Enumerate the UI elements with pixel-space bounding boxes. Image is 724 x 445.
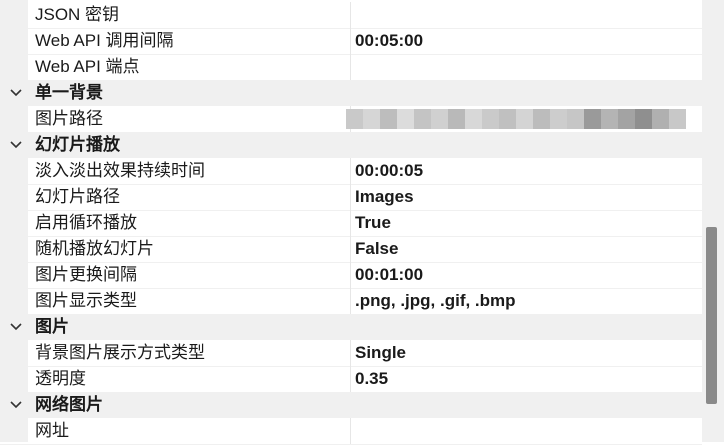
property-row[interactable]: 透明度 0.35 bbox=[0, 366, 702, 393]
property-value[interactable]: 00:05:00 bbox=[350, 28, 702, 54]
property-row[interactable]: 图片路径 bbox=[0, 106, 702, 133]
property-name: 启用循环播放 bbox=[35, 213, 137, 232]
property-row[interactable]: Web API 端点 bbox=[0, 54, 702, 81]
property-name: 透明度 bbox=[35, 369, 86, 388]
property-value[interactable]: 0.35 bbox=[350, 366, 702, 392]
property-value[interactable] bbox=[350, 418, 702, 444]
category-label: 网络图片 bbox=[35, 395, 103, 414]
property-value[interactable]: 00:00:05 bbox=[350, 158, 702, 184]
property-row[interactable]: 网址 bbox=[0, 418, 702, 445]
property-row[interactable]: 启用循环播放 True bbox=[0, 210, 702, 237]
property-value[interactable]: False bbox=[350, 236, 702, 262]
property-value[interactable] bbox=[350, 2, 702, 28]
property-value[interactable] bbox=[350, 54, 702, 80]
property-row[interactable]: 淡入淡出效果持续时间 00:00:05 bbox=[0, 158, 702, 185]
scrollbar-thumb[interactable] bbox=[706, 227, 717, 404]
property-row[interactable]: JSON 密钥 bbox=[0, 2, 702, 29]
redacted-path bbox=[346, 109, 686, 129]
property-row[interactable]: Web API 调用间隔 00:05:00 bbox=[0, 28, 702, 55]
chevron-down-icon[interactable] bbox=[9, 320, 23, 334]
property-value[interactable]: 00:01:00 bbox=[350, 262, 702, 288]
property-name: 幻灯片路径 bbox=[35, 187, 120, 206]
category-row[interactable]: 图片 bbox=[0, 314, 702, 340]
property-value[interactable]: Images bbox=[350, 184, 702, 210]
category-row[interactable]: 单一背景 bbox=[0, 80, 702, 106]
property-value[interactable]: .png, .jpg, .gif, .bmp bbox=[350, 288, 702, 314]
property-name: Web API 调用间隔 bbox=[35, 31, 174, 50]
property-value[interactable]: True bbox=[350, 210, 702, 236]
property-name: 随机播放幻灯片 bbox=[35, 239, 154, 258]
property-name: 图片显示类型 bbox=[35, 291, 137, 310]
property-name: JSON 密钥 bbox=[35, 5, 120, 24]
property-name: 图片更换间隔 bbox=[35, 265, 137, 284]
property-name: 图片路径 bbox=[35, 109, 103, 128]
chevron-down-icon[interactable] bbox=[9, 138, 23, 152]
property-name: 背景图片展示方式类型 bbox=[35, 343, 205, 362]
property-row[interactable]: 图片更换间隔 00:01:00 bbox=[0, 262, 702, 289]
property-row[interactable]: 随机播放幻灯片 False bbox=[0, 236, 702, 263]
category-label: 图片 bbox=[35, 317, 69, 336]
property-name: Web API 端点 bbox=[35, 57, 140, 76]
category-label: 幻灯片播放 bbox=[35, 135, 120, 154]
property-name: 淡入淡出效果持续时间 bbox=[35, 161, 205, 180]
property-row[interactable]: 幻灯片路径 Images bbox=[0, 184, 702, 211]
chevron-down-icon[interactable] bbox=[9, 398, 23, 412]
property-name: 网址 bbox=[35, 421, 69, 440]
category-row[interactable]: 网络图片 bbox=[0, 392, 702, 418]
property-row[interactable]: 背景图片展示方式类型 Single bbox=[0, 340, 702, 367]
property-grid: JSON 密钥 Web API 调用间隔 00:05:00 Web API 端点 单一背… bbox=[0, 0, 724, 445]
chevron-down-icon[interactable] bbox=[9, 86, 23, 100]
property-row[interactable]: 图片显示类型 .png, .jpg, .gif, .bmp bbox=[0, 288, 702, 315]
category-label: 单一背景 bbox=[35, 83, 103, 102]
property-value[interactable]: Single bbox=[350, 340, 702, 366]
category-row[interactable]: 幻灯片播放 bbox=[0, 132, 702, 158]
